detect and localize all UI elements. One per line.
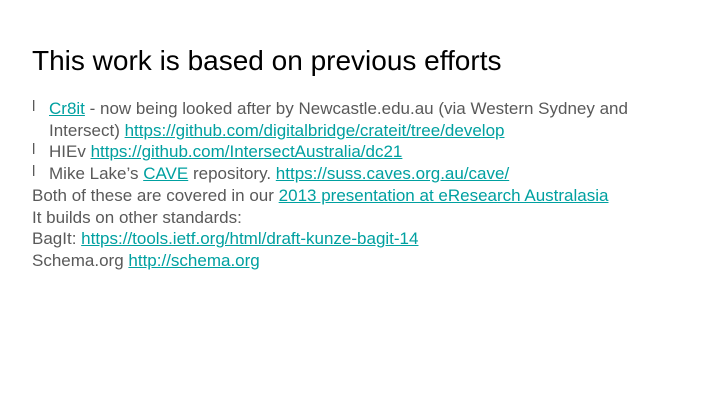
paragraph-schema: Schema.org http://schema.org: [32, 250, 692, 272]
bullet-icon: l: [32, 98, 36, 115]
schema-link[interactable]: http://schema.org: [128, 251, 259, 270]
presentation-text: Both of these are covered in our: [32, 185, 279, 205]
bullet-line: Cr8it - now being looked after by Newcas…: [49, 98, 692, 120]
cr8it-description-cont: Intersect): [49, 120, 125, 140]
crateit-github-link[interactable]: https://github.com/digitalbridge/crateit…: [125, 121, 505, 140]
bullet-line: Intersect) https://github.com/digitalbri…: [49, 120, 692, 142]
cave-owner-label: Mike Lake’s: [49, 164, 144, 184]
cave-link[interactable]: CAVE: [143, 164, 188, 183]
bagit-link[interactable]: https://tools.ietf.org/html/draft-kunze-…: [81, 229, 418, 248]
cave-repository-label: repository.: [188, 164, 276, 184]
bullet-item-cave: l Mike Lake’s CAVE repository. https://s…: [32, 163, 692, 185]
bullet-line: Mike Lake’s CAVE repository. https://sus…: [49, 163, 692, 185]
bullet-item-hiev: l HIEv https://github.com/IntersectAustr…: [32, 141, 692, 163]
bullet-item-cr8it: l Cr8it - now being looked after by Newc…: [32, 98, 692, 141]
bullet-line: HIEv https://github.com/IntersectAustral…: [49, 141, 692, 163]
slide: This work is based on previous efforts l…: [0, 0, 720, 405]
paragraph-presentation: Both of these are covered in our 2013 pr…: [32, 185, 692, 207]
presentation-link[interactable]: 2013 presentation at eResearch Australas…: [279, 186, 609, 205]
cr8it-link[interactable]: Cr8it: [49, 99, 85, 118]
cave-url-link[interactable]: https://suss.caves.org.au/cave/: [276, 164, 509, 183]
bagit-label: BagIt:: [32, 229, 82, 249]
hiev-github-link[interactable]: https://github.com/IntersectAustralia/dc…: [91, 142, 403, 161]
paragraph-bagit: BagIt: https://tools.ietf.org/html/draft…: [32, 228, 692, 250]
cr8it-description: - now being looked after by Newcastle.ed…: [84, 99, 628, 118]
slide-title: This work is based on previous efforts: [32, 45, 502, 76]
bullet-icon: l: [32, 141, 36, 159]
bullet-icon: l: [32, 163, 36, 181]
hiev-label: HIEv: [49, 142, 91, 162]
paragraph-standards: It builds on other standards:: [32, 207, 242, 227]
schema-label: Schema.org: [32, 250, 129, 270]
slide-body: l Cr8it - now being looked after by Newc…: [32, 98, 692, 272]
